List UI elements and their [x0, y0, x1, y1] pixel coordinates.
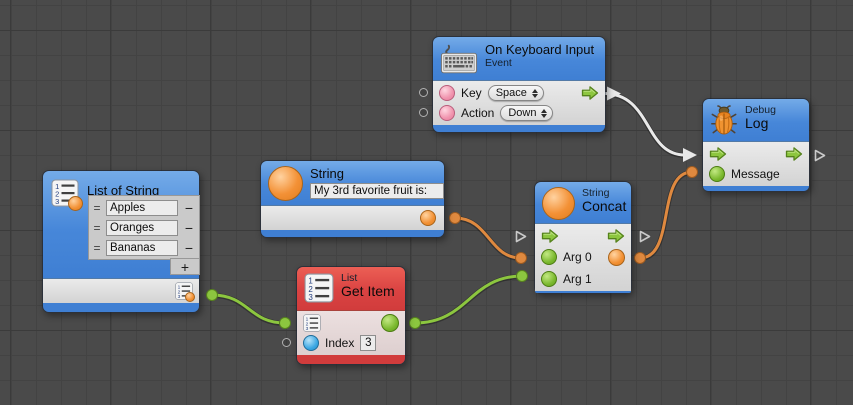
arg0-port[interactable] [541, 249, 557, 265]
wire-dot [687, 167, 698, 178]
string-value-input[interactable]: My 3rd favorite fruit is: [310, 183, 444, 199]
list-in-port[interactable] [303, 314, 321, 332]
drag-handle-icon[interactable]: = [92, 241, 102, 255]
wire-dot [450, 213, 461, 224]
list-item-row: = Oranges − [92, 218, 196, 237]
string-type-badge-icon [185, 292, 195, 302]
dropdown-arrows-icon [532, 89, 538, 98]
list-out-port[interactable] [175, 282, 193, 300]
flow-out-port[interactable] [607, 227, 625, 245]
add-item-button[interactable]: + [170, 258, 200, 275]
node-string-concat[interactable]: String Concat Arg 0 Arg 1 [534, 181, 632, 294]
node-debug-log[interactable]: Debug Log Message [702, 98, 810, 192]
flow-out-port[interactable] [581, 84, 599, 102]
flow-in-port[interactable] [709, 145, 727, 163]
remove-item-button[interactable]: − [182, 221, 196, 235]
node-on-keyboard-input[interactable]: On Keyboard Input Event Key Space Action… [432, 36, 606, 133]
arg1-port-label: Arg 1 [563, 272, 592, 286]
string-out-port[interactable] [420, 210, 436, 226]
wire-dot [280, 318, 291, 329]
wire-dot [516, 253, 527, 264]
unconnected-port-indicator[interactable] [419, 88, 428, 97]
node-title: On Keyboard Input [485, 42, 594, 57]
list-editor: = Apples − = Oranges − = Bananas − [88, 195, 200, 260]
key-port[interactable] [439, 85, 455, 101]
wire-string-to-concat-arg0[interactable] [455, 218, 521, 258]
index-port[interactable] [303, 335, 319, 351]
drag-handle-icon[interactable]: = [92, 221, 102, 235]
wire-dot [410, 318, 421, 329]
unconnected-flow-indicator[interactable] [814, 149, 826, 162]
arg1-port[interactable] [541, 271, 557, 287]
node-list-get-item[interactable]: List Get Item Index 3 [296, 266, 406, 365]
index-input[interactable]: 3 [360, 335, 376, 351]
wire-dot [635, 253, 646, 264]
list-item-input[interactable]: Apples [106, 200, 178, 216]
wire-getitem-to-concat-arg1[interactable] [415, 276, 522, 323]
keyboard-icon [440, 44, 478, 75]
list-item-row: = Apples − [92, 198, 196, 217]
key-port-label: Key [461, 86, 482, 100]
wire-concat-to-message[interactable] [640, 172, 692, 258]
key-dropdown[interactable]: Space [488, 85, 544, 101]
arg0-port-label: Arg 0 [563, 250, 592, 264]
list-icon [304, 273, 334, 303]
action-dropdown-value: Down [508, 107, 536, 119]
result-out-port[interactable] [608, 249, 625, 266]
string-type-icon [268, 166, 303, 201]
unconnected-flow-indicator[interactable] [639, 230, 651, 243]
flow-out-port[interactable] [785, 145, 803, 163]
wire-flow-end-arrowhead [683, 148, 697, 162]
wire-list-to-getitem[interactable] [212, 295, 285, 323]
wire-dot [207, 290, 218, 301]
message-port-label: Message [731, 167, 780, 181]
list-item-input[interactable]: Oranges [106, 220, 178, 236]
bug-icon [710, 104, 738, 136]
node-subtitle: Event [485, 57, 594, 69]
message-port[interactable] [709, 166, 725, 182]
unconnected-port-indicator[interactable] [282, 338, 291, 347]
node-title: Log [745, 116, 776, 131]
action-port-label: Action [461, 106, 494, 120]
list-item-row: = Bananas − [92, 238, 196, 257]
list-item-input[interactable]: Bananas [106, 240, 178, 256]
remove-item-button[interactable]: − [182, 241, 196, 255]
unconnected-port-indicator[interactable] [419, 108, 428, 117]
list-icon [303, 314, 321, 332]
dropdown-arrows-icon [541, 109, 547, 118]
node-list-of-string[interactable]: List of String = Apples − = Oranges − = … [42, 170, 200, 313]
remove-item-button[interactable]: − [182, 201, 196, 215]
node-title: Concat [582, 199, 626, 214]
key-dropdown-value: Space [496, 87, 527, 99]
wire-dot [517, 271, 528, 282]
action-port[interactable] [439, 105, 455, 121]
flow-in-port[interactable] [541, 227, 559, 245]
unconnected-flow-indicator[interactable] [515, 230, 527, 243]
string-type-badge-icon [68, 196, 83, 211]
drag-handle-icon[interactable]: = [92, 201, 102, 215]
string-type-icon [542, 187, 575, 220]
node-title: Get Item [341, 284, 395, 299]
node-string-literal[interactable]: String My 3rd favorite fruit is: [260, 160, 445, 238]
index-port-label: Index [325, 336, 354, 350]
action-dropdown[interactable]: Down [500, 105, 553, 121]
node-title: String [310, 166, 444, 181]
item-out-port[interactable] [381, 314, 399, 332]
